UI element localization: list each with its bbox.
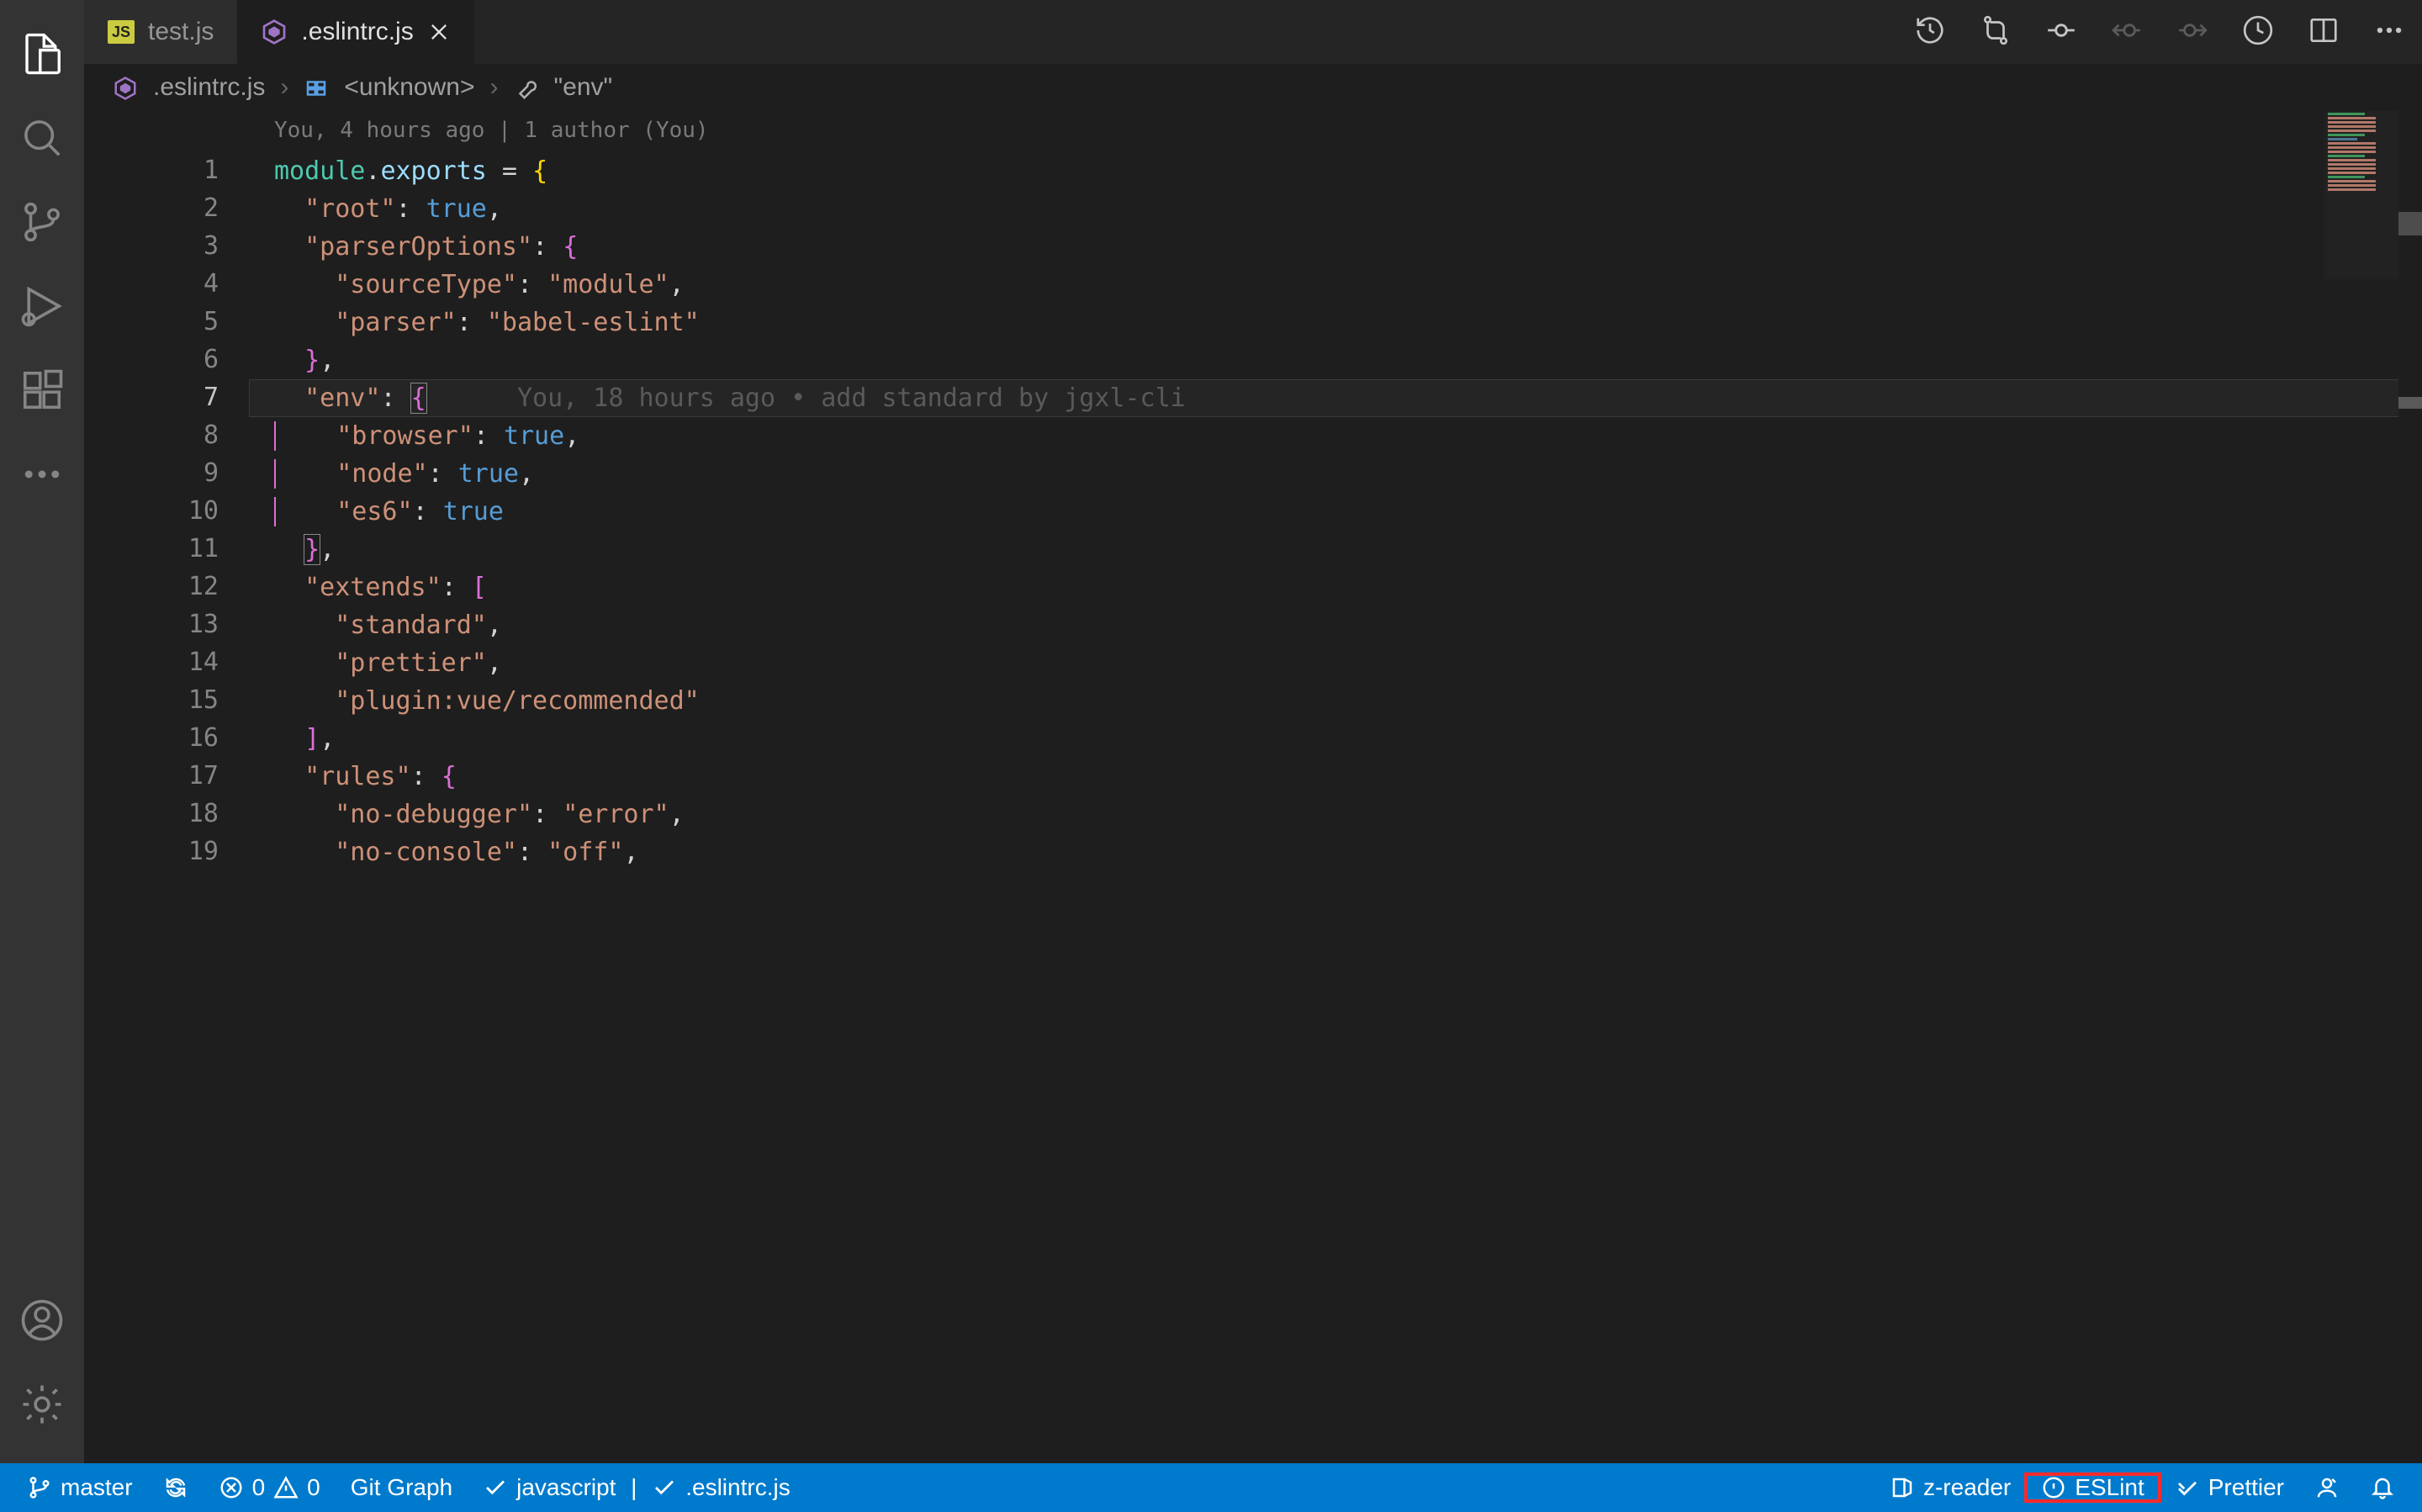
symbol-property-icon <box>514 73 539 102</box>
code-line[interactable]: "sourceType": "module", <box>249 266 2422 304</box>
line-number: 15 <box>84 681 219 719</box>
js-file-icon: JS <box>108 19 135 45</box>
code-line[interactable]: "es6": true <box>249 493 2422 531</box>
status-zreader[interactable]: z-reader <box>1875 1474 2026 1501</box>
code-line[interactable]: "env": { You, 18 hours ago • add standar… <box>249 379 2422 417</box>
code-line[interactable]: "parserOptions": { <box>249 228 2422 266</box>
line-number: 19 <box>84 833 219 870</box>
line-number: 10 <box>84 492 219 530</box>
chevron-right-icon: › <box>490 73 499 102</box>
accounts-icon[interactable] <box>0 1278 84 1362</box>
close-tab-icon[interactable] <box>427 20 451 44</box>
gutter: 12345678910111213141516171819 <box>84 111 249 1463</box>
line-number: 17 <box>84 757 219 795</box>
error-count: 0 <box>252 1474 266 1501</box>
settings-gear-icon[interactable] <box>0 1362 84 1446</box>
line-number: 3 <box>84 227 219 265</box>
code-line[interactable]: "prettier", <box>249 644 2422 682</box>
line-number: 2 <box>84 189 219 227</box>
code-line[interactable]: }, <box>249 531 2422 568</box>
line-number: 7 <box>84 378 219 416</box>
code-line[interactable]: "extends": [ <box>249 568 2422 606</box>
git-blame-inline: You, 18 hours ago • add standard by jgxl… <box>517 383 1186 413</box>
code-line[interactable]: module.exports = { <box>249 152 2422 190</box>
run-debug-icon[interactable] <box>0 264 84 348</box>
extensions-icon[interactable] <box>0 348 84 432</box>
status-sync-icon[interactable] <box>148 1463 204 1512</box>
code-line[interactable]: }, <box>249 341 2422 379</box>
timeline-icon[interactable] <box>2242 14 2274 50</box>
status-right: z-reader ESLint Prettier <box>1875 1474 2410 1501</box>
breadcrumb[interactable]: .eslintrc.js › <unknown> › "env" <box>84 64 2422 111</box>
editor-tabs: JS test.js .eslintrc.js <box>84 0 2422 64</box>
breadcrumb-symbol: <unknown> <box>344 73 474 102</box>
symbol-module-icon <box>304 73 329 102</box>
line-number: 14 <box>84 643 219 681</box>
line-number: 8 <box>84 416 219 454</box>
next-commit-icon[interactable] <box>2176 14 2208 50</box>
more-icon[interactable] <box>0 432 84 516</box>
code-line[interactable]: "rules": { <box>249 758 2422 796</box>
code-line[interactable]: "parser": "babel-eslint" <box>249 304 2422 341</box>
compare-changes-icon[interactable] <box>1980 14 2012 50</box>
scrollbar-thumb[interactable] <box>2398 212 2422 235</box>
source-control-icon[interactable] <box>0 180 84 264</box>
editor-actions <box>1914 0 2405 64</box>
line-number: 18 <box>84 795 219 833</box>
status-git-graph[interactable]: Git Graph <box>336 1463 468 1512</box>
branch-name: master <box>61 1474 133 1501</box>
status-bar: master 0 0 Git Graph javascript | .eslin… <box>0 1463 2422 1512</box>
code-line[interactable]: "standard", <box>249 606 2422 644</box>
explorer-icon[interactable] <box>0 12 84 96</box>
line-number: 12 <box>84 568 219 605</box>
line-number: 5 <box>84 303 219 341</box>
more-actions-icon[interactable] <box>2373 14 2405 50</box>
split-editor-icon[interactable] <box>2308 14 2340 50</box>
scrollbar[interactable] <box>2398 111 2422 1463</box>
commit-icon[interactable] <box>2045 14 2077 50</box>
code-area[interactable]: You, 4 hours ago | 1 author (You) module… <box>249 111 2422 1463</box>
status-prettier[interactable]: Prettier <box>2160 1474 2299 1501</box>
line-number: 9 <box>84 454 219 492</box>
chevron-right-icon: › <box>280 73 288 102</box>
warning-count: 0 <box>307 1474 320 1501</box>
code-line[interactable]: "browser": true, <box>249 417 2422 455</box>
prev-commit-icon[interactable] <box>2111 14 2143 50</box>
minimap[interactable] <box>2324 111 2398 279</box>
code-line[interactable]: "node": true, <box>249 455 2422 493</box>
status-language[interactable]: javascript | .eslintrc.js <box>468 1463 806 1512</box>
codelens-author[interactable]: You, 4 hours ago | 1 author (You) <box>249 114 2422 152</box>
code-line[interactable]: "plugin:vue/recommended" <box>249 682 2422 720</box>
code-line[interactable]: "no-debugger": "error", <box>249 796 2422 833</box>
editor-main: JS test.js .eslintrc.js .eslintrc.js › <box>84 0 2422 1463</box>
eslint-file-icon <box>261 19 288 45</box>
code-line[interactable]: "root": true, <box>249 190 2422 228</box>
eslint-file-icon <box>113 73 138 102</box>
search-icon[interactable] <box>0 96 84 180</box>
code-line[interactable]: ], <box>249 720 2422 758</box>
line-number: 11 <box>84 530 219 568</box>
line-number: 6 <box>84 341 219 378</box>
editor-body: 12345678910111213141516171819 You, 4 hou… <box>84 111 2422 1463</box>
line-number: 13 <box>84 605 219 643</box>
status-feedback-icon[interactable] <box>2299 1475 2355 1500</box>
status-eslint[interactable]: ESLint <box>2026 1474 2160 1501</box>
breadcrumb-file: .eslintrc.js <box>153 73 265 102</box>
code-line[interactable]: "no-console": "off", <box>249 833 2422 871</box>
line-number: 16 <box>84 719 219 757</box>
status-bell-icon[interactable] <box>2355 1475 2410 1500</box>
scrollbar-marker <box>2398 397 2422 409</box>
tab-label: .eslintrc.js <box>301 18 413 46</box>
status-problems[interactable]: 0 0 <box>204 1463 336 1512</box>
activity-bar <box>0 0 84 1463</box>
activity-bar-bottom <box>0 1278 84 1446</box>
line-number: 1 <box>84 151 219 189</box>
history-icon[interactable] <box>1914 14 1946 50</box>
breadcrumb-symbol: "env" <box>554 73 613 102</box>
line-number: 4 <box>84 265 219 303</box>
tab-label: test.js <box>148 18 214 46</box>
status-branch[interactable]: master <box>12 1463 148 1512</box>
tab-eslintrc[interactable]: .eslintrc.js <box>237 0 473 64</box>
tab-test-js[interactable]: JS test.js <box>84 0 237 64</box>
